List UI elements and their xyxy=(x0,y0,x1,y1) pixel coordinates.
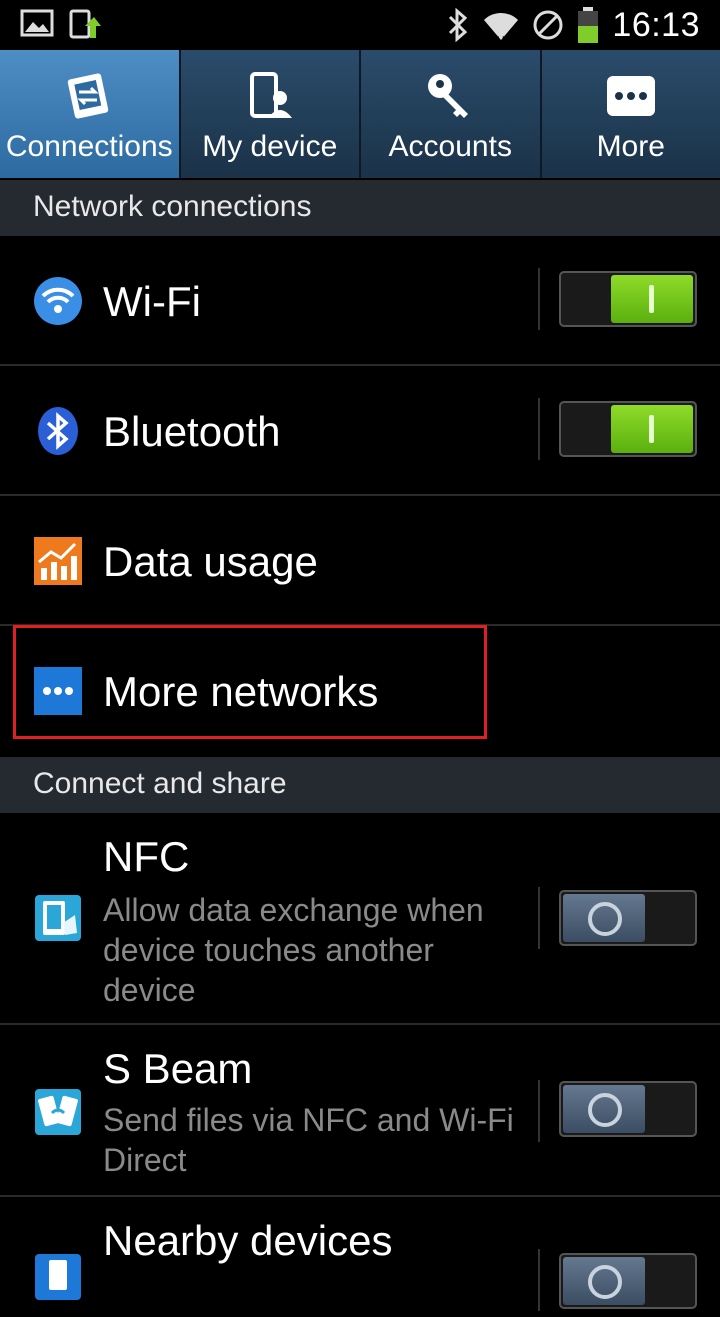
nearby-devices-icon xyxy=(33,1252,83,1302)
nfc-icon xyxy=(33,893,83,943)
setting-row-wifi[interactable]: Wi-Fi xyxy=(0,236,720,366)
no-sim-icon xyxy=(532,9,564,41)
s-beam-icon xyxy=(33,1087,83,1137)
divider xyxy=(538,1080,540,1142)
nfc-label: NFC xyxy=(103,833,189,881)
section-header-connect-share: Connect and share xyxy=(0,757,720,813)
tab-connections-label: Connections xyxy=(0,130,179,164)
s-beam-toggle[interactable] xyxy=(559,1081,697,1137)
setting-row-s-beam[interactable]: S Beam Send files via NFC and Wi-Fi Dire… xyxy=(0,1025,720,1197)
wifi-label: Wi-Fi xyxy=(103,278,201,326)
clock: 16:13 xyxy=(612,6,700,45)
bluetooth-setting-icon xyxy=(33,406,83,456)
wifi-toggle[interactable] xyxy=(559,271,697,327)
my-device-icon xyxy=(242,68,298,124)
nearby-devices-toggle[interactable] xyxy=(559,1253,697,1309)
tab-connections[interactable]: Connections xyxy=(0,50,181,178)
divider xyxy=(538,887,540,949)
wifi-setting-icon xyxy=(33,276,83,326)
highlight-box xyxy=(13,625,487,739)
toggle-knob xyxy=(563,1257,645,1305)
data-usage-label: Data usage xyxy=(103,538,318,586)
setting-row-bluetooth[interactable]: Bluetooth xyxy=(0,366,720,496)
toggle-knob xyxy=(563,894,645,942)
tab-accounts[interactable]: Accounts xyxy=(361,50,542,178)
divider xyxy=(538,1249,540,1311)
section-title: Connect and share xyxy=(33,767,287,801)
gallery-icon xyxy=(20,8,54,38)
nearby-devices-label: Nearby devices xyxy=(103,1217,392,1265)
battery-icon xyxy=(576,6,600,44)
bluetooth-icon xyxy=(446,8,470,42)
wifi-icon: ↓↑ xyxy=(482,8,520,42)
tab-more-label: More xyxy=(542,130,720,164)
tab-accounts-label: Accounts xyxy=(361,130,540,164)
download-update-icon xyxy=(68,8,102,42)
more-dots-icon xyxy=(603,68,659,124)
status-bar: ↓↑ 16:13 xyxy=(0,0,720,50)
setting-row-nfc[interactable]: NFC Allow data exchange when device touc… xyxy=(0,813,720,1025)
toggle-knob xyxy=(611,405,693,453)
section-title: Network connections xyxy=(33,190,311,224)
toggle-knob xyxy=(563,1085,645,1133)
data-usage-icon xyxy=(33,536,83,586)
tab-my-device-label: My device xyxy=(181,130,360,164)
nfc-description: Allow data exchange when device touches … xyxy=(103,890,533,1010)
settings-tab-bar: Connections My device Accounts More xyxy=(0,50,720,178)
tab-more[interactable]: More xyxy=(542,50,720,178)
nfc-toggle[interactable] xyxy=(559,890,697,946)
s-beam-description: Send files via NFC and Wi-Fi Direct xyxy=(103,1100,533,1180)
toggle-knob xyxy=(611,275,693,323)
tab-my-device[interactable]: My device xyxy=(181,50,362,178)
setting-row-data-usage[interactable]: Data usage xyxy=(0,496,720,626)
setting-row-nearby-devices[interactable]: Nearby devices xyxy=(0,1197,720,1317)
divider xyxy=(538,268,540,330)
svg-text:↓↑: ↓↑ xyxy=(497,33,506,42)
bluetooth-label: Bluetooth xyxy=(103,408,280,456)
divider xyxy=(538,398,540,460)
accounts-key-icon xyxy=(422,68,478,124)
bluetooth-toggle[interactable] xyxy=(559,401,697,457)
s-beam-label: S Beam xyxy=(103,1045,252,1093)
connections-icon xyxy=(61,68,117,124)
section-header-network: Network connections xyxy=(0,180,720,236)
